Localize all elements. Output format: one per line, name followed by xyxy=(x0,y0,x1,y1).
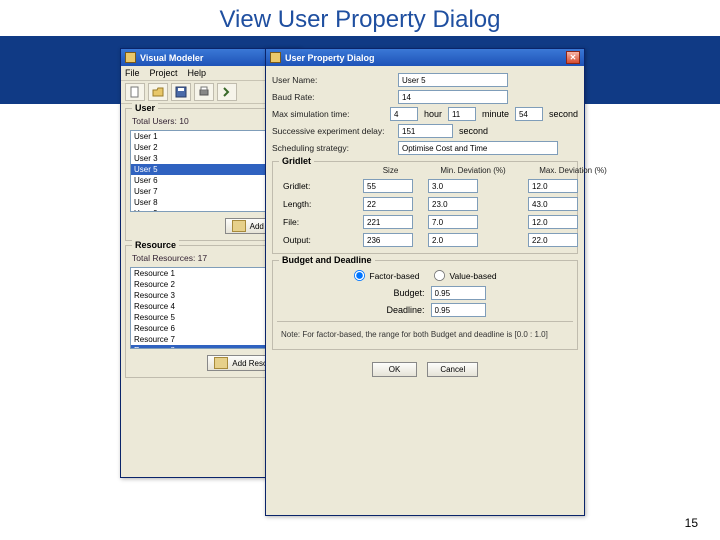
strategy-select[interactable] xyxy=(398,141,558,155)
gridlet-panel: Gridlet Size Min. Deviation (%) Max. Dev… xyxy=(272,161,578,254)
deadline-label: Deadline: xyxy=(365,305,425,315)
gridlet-row-label: Length: xyxy=(283,199,353,209)
basis-radio-group: Factor-based Value-based xyxy=(277,269,573,282)
strategy-label: Scheduling strategy: xyxy=(272,143,392,153)
slide-title: View User Property Dialog xyxy=(0,0,720,36)
delay-input[interactable] xyxy=(398,124,453,138)
max-sim-sec-input[interactable] xyxy=(515,107,543,121)
new-icon[interactable] xyxy=(125,83,145,101)
gridlet-grid: Size Min. Deviation (%) Max. Deviation (… xyxy=(277,166,573,247)
gridlet-max-input[interactable] xyxy=(528,179,578,193)
app-icon xyxy=(125,52,136,63)
close-icon[interactable]: ✕ xyxy=(566,51,580,64)
max-sim-min-input[interactable] xyxy=(448,107,476,121)
factor-radio-label: Factor-based xyxy=(369,271,419,281)
gridlet-max-input[interactable] xyxy=(528,197,578,211)
value-radio[interactable]: Value-based xyxy=(433,269,496,282)
gridlet-row-label: File: xyxy=(283,217,353,227)
budget-label: Budget: xyxy=(365,288,425,298)
ok-button[interactable]: OK xyxy=(372,362,418,377)
delay-label: Successive experiment delay: xyxy=(272,126,392,136)
baud-rate-input[interactable] xyxy=(398,90,508,104)
open-icon[interactable] xyxy=(148,83,168,101)
gridlet-panel-title: Gridlet xyxy=(279,156,314,166)
gridlet-size-input[interactable] xyxy=(363,215,413,229)
gridlet-size-input[interactable] xyxy=(363,233,413,247)
gridlet-min-input[interactable] xyxy=(428,233,478,247)
resource-icon xyxy=(214,357,228,369)
second-label: second xyxy=(549,109,578,119)
minute-label: minute xyxy=(482,109,509,119)
user-name-label: User Name: xyxy=(272,75,392,85)
delay-unit-label: second xyxy=(459,126,488,136)
gridlet-max-input[interactable] xyxy=(528,233,578,247)
budget-note: Note: For factor-based, the range for bo… xyxy=(277,326,573,343)
gridlet-size-input[interactable] xyxy=(363,179,413,193)
value-radio-label: Value-based xyxy=(449,271,496,281)
max-sim-hour-input[interactable] xyxy=(390,107,418,121)
print-icon[interactable] xyxy=(194,83,214,101)
gridlet-row-label: Gridlet: xyxy=(283,181,353,191)
user-panel-title: User xyxy=(132,103,158,113)
page-number: 15 xyxy=(685,516,698,530)
max-sim-label: Max simulation time: xyxy=(272,109,384,119)
dialog-button-row: OK Cancel xyxy=(272,356,578,381)
gridlet-min-input[interactable] xyxy=(428,215,478,229)
user-property-dialog: User Property Dialog ✕ User Name: Baud R… xyxy=(265,48,585,516)
factor-radio[interactable]: Factor-based xyxy=(353,269,419,282)
save-icon[interactable] xyxy=(171,83,191,101)
cancel-button[interactable]: Cancel xyxy=(427,362,478,377)
budget-panel-title: Budget and Deadline xyxy=(279,255,375,265)
gridlet-min-input[interactable] xyxy=(428,179,478,193)
hour-label: hour xyxy=(424,109,442,119)
budget-panel: Budget and Deadline Factor-based Value-b… xyxy=(272,260,578,350)
window-title: Visual Modeler xyxy=(140,53,203,63)
menu-file[interactable]: File xyxy=(125,68,140,78)
col-min: Min. Deviation (%) xyxy=(428,166,518,175)
menu-project[interactable]: Project xyxy=(150,68,178,78)
deadline-input[interactable] xyxy=(431,303,486,317)
dialog-titlebar[interactable]: User Property Dialog ✕ xyxy=(266,49,584,66)
col-max: Max. Deviation (%) xyxy=(528,166,618,175)
resource-panel-title: Resource xyxy=(132,240,179,250)
menu-help[interactable]: Help xyxy=(188,68,207,78)
gridlet-max-input[interactable] xyxy=(528,215,578,229)
dialog-title: User Property Dialog xyxy=(285,53,375,63)
dialog-icon xyxy=(270,52,281,63)
baud-rate-label: Baud Rate: xyxy=(272,92,392,102)
gridlet-row-label: Output: xyxy=(283,235,353,245)
col-size: Size xyxy=(363,166,418,175)
gridlet-min-input[interactable] xyxy=(428,197,478,211)
run-icon[interactable] xyxy=(217,83,237,101)
gridlet-size-input[interactable] xyxy=(363,197,413,211)
budget-input[interactable] xyxy=(431,286,486,300)
user-name-input[interactable] xyxy=(398,73,508,87)
dialog-body: User Name: Baud Rate: Max simulation tim… xyxy=(266,66,584,385)
user-icon xyxy=(232,220,246,232)
